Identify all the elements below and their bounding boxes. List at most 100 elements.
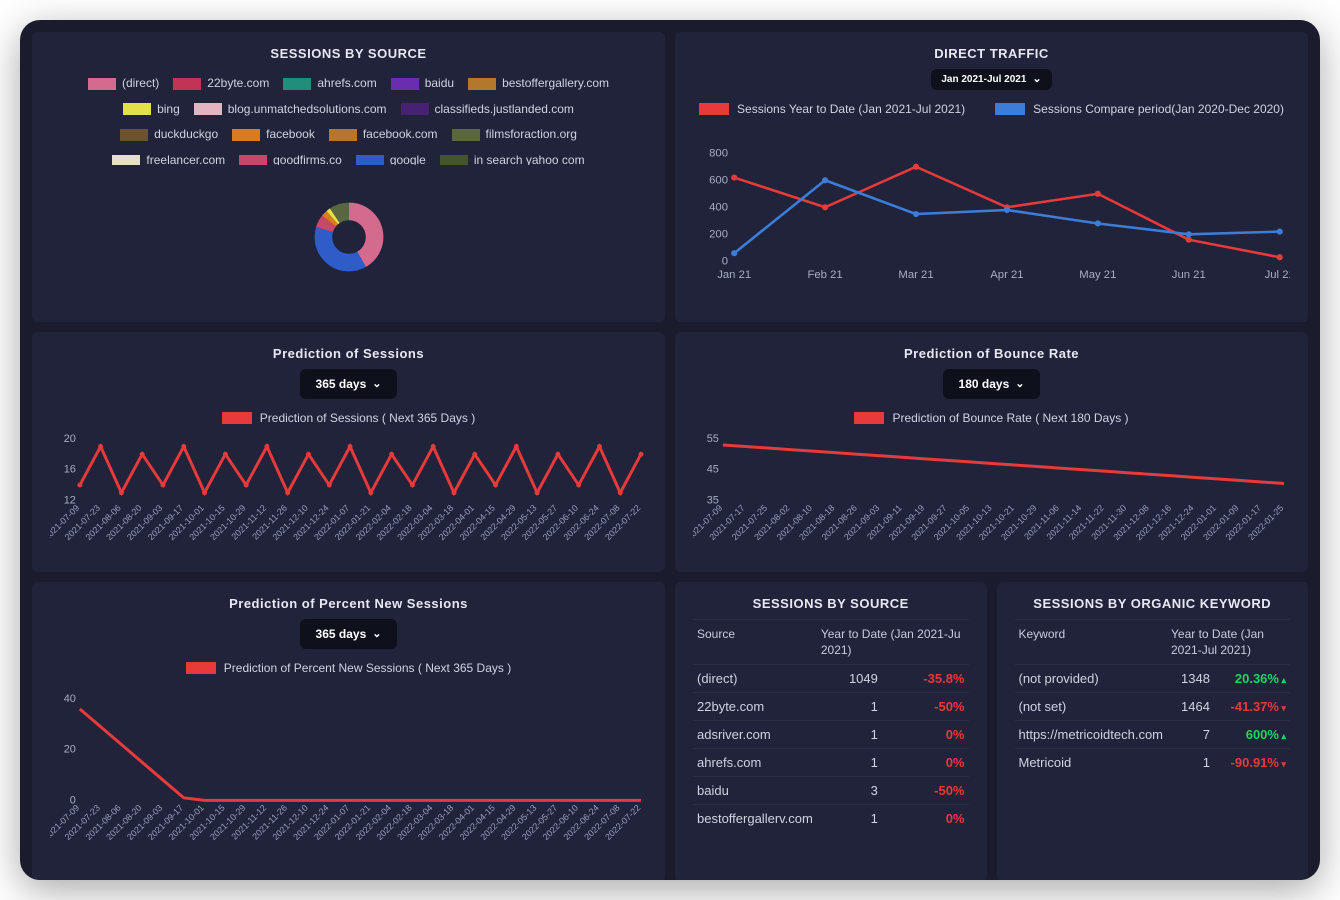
table-row[interactable]: (not set)1464-41.37% (1015, 693, 1291, 721)
legend-item: Prediction of Sessions ( Next 365 Days ) (222, 411, 475, 425)
sessions-by-source-card: SESSIONS BY SOURCE (direct) 22byte.com ahr… (32, 32, 665, 322)
source-cell: baidu (693, 777, 817, 805)
svg-text:0: 0 (722, 255, 728, 267)
legend-label: facebook (266, 124, 315, 146)
swatch-icon (995, 103, 1025, 115)
tables-container: SESSIONS BY SOURCE Source Year to Date (… (675, 582, 1308, 880)
value-cell: 1 (1167, 749, 1214, 777)
svg-text:Jun 21: Jun 21 (1172, 269, 1206, 281)
table-row[interactable]: baidu3-50% (693, 777, 969, 805)
card-title: Prediction of Sessions (50, 346, 647, 361)
legend-item: Sessions Year to Date (Jan 2021-Jul 2021… (699, 102, 965, 116)
legend-item[interactable]: bestoffergallery.com (468, 73, 609, 95)
svg-text:May 21: May 21 (1079, 269, 1116, 281)
legend-item[interactable]: blog.unmatchedsolutions.com (194, 99, 387, 121)
pct-cell: 0% (882, 721, 969, 749)
prediction-newsessions-chart: 020402021-07-092021-07-232021-08-062021-… (50, 681, 647, 868)
legend-label: freelancer.com (146, 150, 225, 165)
table-wrap: Source Year to Date (Jan 2021-Ju 2021) (… (693, 619, 969, 868)
keyword-cell: (not set) (1015, 693, 1168, 721)
table-row[interactable]: 22byte.com1-50% (693, 693, 969, 721)
legend-item[interactable]: (direct) (88, 73, 159, 95)
legend-label: (direct) (122, 73, 159, 95)
swatch-icon (194, 103, 222, 115)
pct-cell: -35.8% (882, 665, 969, 693)
keyword-cell: Metricoid (1015, 749, 1168, 777)
prediction-bounce-chart: 3545552021-07-092021-07-172021-07-252021… (693, 431, 1290, 558)
legend-label: classifieds.justlanded.com (435, 99, 574, 121)
prediction-newsessions-card: Prediction of Percent New Sessions 365 d… (32, 582, 665, 880)
legend-label: goodfirms.co (273, 150, 342, 165)
svg-text:55: 55 (707, 433, 719, 445)
swatch-icon (173, 78, 201, 90)
legend-item[interactable]: 22byte.com (173, 73, 269, 95)
source-cell: bestoffergallerv.com (693, 805, 817, 833)
legend-label: baidu (425, 73, 454, 95)
prediction-sessions-chart: 1216202021-07-092021-07-232021-08-062021… (50, 431, 647, 558)
svg-text:40: 40 (64, 693, 76, 705)
table-row[interactable]: adsriver.com10% (693, 721, 969, 749)
table-row[interactable]: (not provided)134820.36% (1015, 665, 1291, 693)
table-row[interactable]: https://metricoidtech.com7600% (1015, 721, 1291, 749)
source-cell: ahrefs.com (693, 749, 817, 777)
pct-cell: 0% (882, 749, 969, 777)
svg-text:800: 800 (709, 147, 728, 159)
value-cell: 1348 (1167, 665, 1214, 693)
swatch-icon (120, 129, 148, 141)
svg-text:45: 45 (707, 464, 719, 476)
legend-item[interactable]: ahrefs.com (283, 73, 376, 95)
swatch-icon (186, 662, 216, 674)
value-cell: 1464 (1167, 693, 1214, 721)
table-row[interactable]: (direct)1049-35.8% (693, 665, 969, 693)
table-row[interactable]: bestoffergallerv.com10% (693, 805, 969, 833)
legend-item[interactable]: google (356, 150, 426, 165)
legend: Prediction of Sessions ( Next 365 Days ) (50, 411, 647, 425)
svg-text:Apr 21: Apr 21 (990, 269, 1023, 281)
swatch-icon (239, 155, 267, 165)
table-sessions-source-card: SESSIONS BY SOURCE Source Year to Date (… (675, 582, 987, 880)
card-title: SESSIONS BY ORGANIC KEYWORD (1015, 596, 1291, 611)
value-cell: 1 (817, 805, 882, 833)
legend-label: google (390, 150, 426, 165)
legend-item[interactable]: baidu (391, 73, 454, 95)
donut-chart (50, 165, 647, 308)
legend-item[interactable]: facebook.com (329, 124, 438, 146)
legend-item: Prediction of Bounce Rate ( Next 180 Day… (854, 411, 1128, 425)
value-cell: 1049 (817, 665, 882, 693)
legend-item[interactable]: facebook (232, 124, 315, 146)
range-dropdown[interactable]: 180 days (943, 369, 1041, 399)
swatch-icon (699, 103, 729, 115)
swatch-icon (329, 129, 357, 141)
legend-item[interactable]: bing (123, 99, 180, 121)
legend-label: blog.unmatchedsolutions.com (228, 99, 387, 121)
swatch-icon (232, 129, 260, 141)
legend-label: ahrefs.com (317, 73, 376, 95)
card-title: Prediction of Percent New Sessions (50, 596, 647, 611)
legend-label: duckduckgo (154, 124, 218, 146)
period-dropdown[interactable]: Jan 2021-Jul 2021 (931, 69, 1051, 90)
pct-cell: -50% (882, 693, 969, 721)
svg-text:20: 20 (64, 433, 76, 445)
legend-item[interactable]: duckduckgo (120, 124, 218, 146)
pct-cell: -90.91% (1214, 749, 1290, 777)
legend-item[interactable]: goodfirms.co (239, 150, 342, 165)
pct-cell: 0% (882, 805, 969, 833)
direct-traffic-chart: 0200400600800Jan 21Feb 21Mar 21Apr 21May… (693, 122, 1290, 308)
col-keyword: Keyword (1015, 620, 1168, 665)
sessions-keyword-table: Keyword Year to Date (Jan 2021-Jul 2021)… (1015, 619, 1291, 776)
range-dropdown[interactable]: 365 days (300, 619, 398, 649)
legend-item[interactable]: freelancer.com (112, 150, 225, 165)
legend-item[interactable]: in search yahoo com (440, 150, 585, 165)
table-row[interactable]: Metricoid1-90.91% (1015, 749, 1291, 777)
card-title: SESSIONS BY SOURCE (50, 46, 647, 61)
swatch-icon (112, 155, 140, 165)
table-row[interactable]: ahrefs.com10% (693, 749, 969, 777)
legend-item[interactable]: classifieds.justlanded.com (401, 99, 574, 121)
swatch-icon (123, 103, 151, 115)
legend-label: filmsforaction.org (486, 124, 577, 146)
svg-text:400: 400 (709, 201, 728, 213)
swatch-icon (391, 78, 419, 90)
swatch-icon (356, 155, 384, 165)
range-dropdown[interactable]: 365 days (300, 369, 398, 399)
legend-item[interactable]: filmsforaction.org (452, 124, 577, 146)
